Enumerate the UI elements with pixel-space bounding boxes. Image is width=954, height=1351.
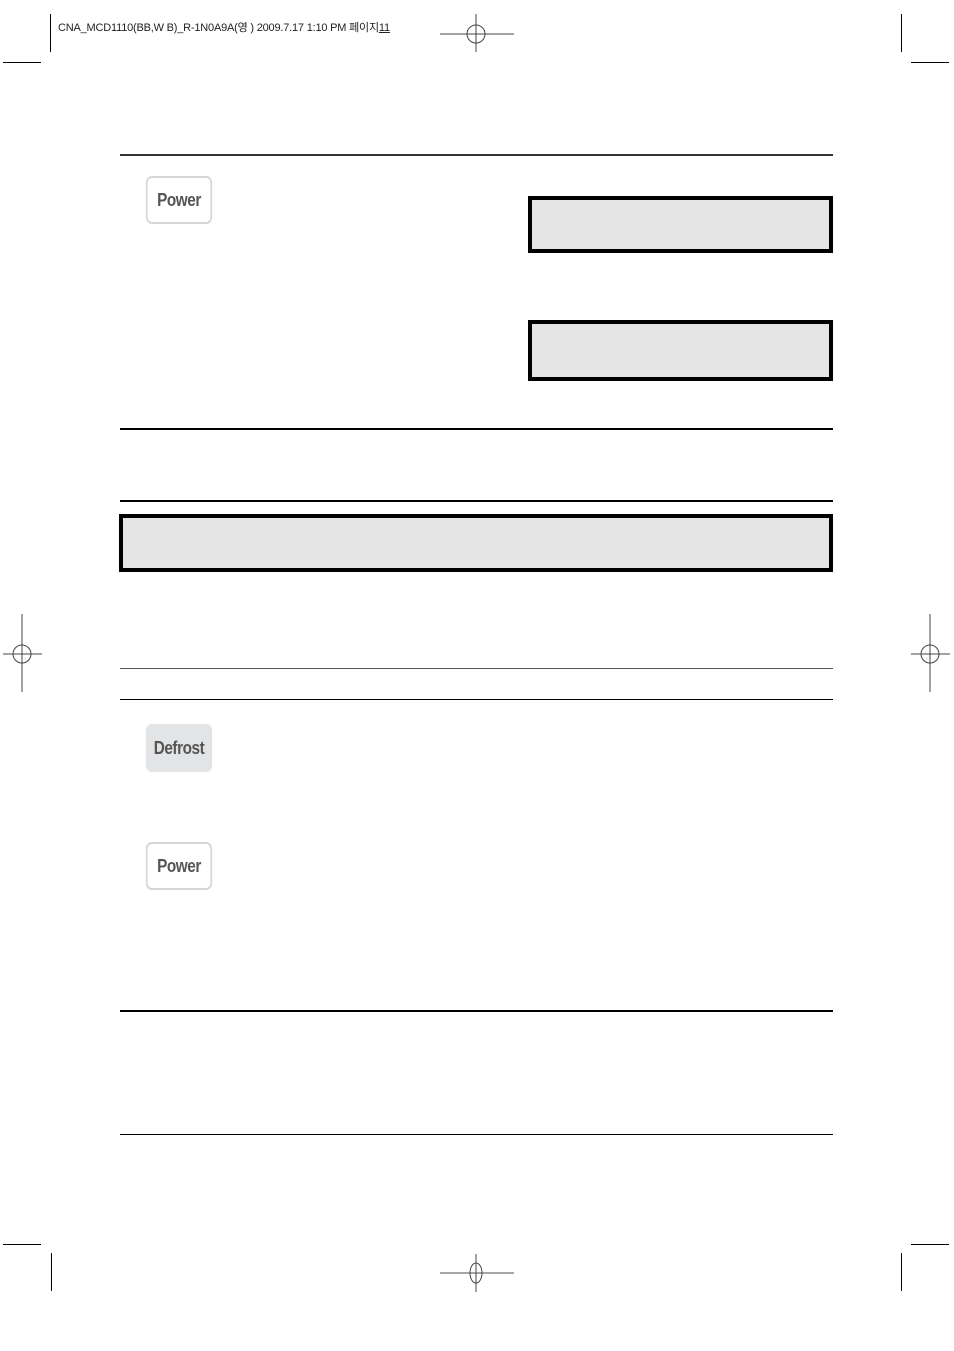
registration-mark-bottom-icon: [440, 1254, 514, 1292]
defrost-button-label: Defrost: [153, 737, 205, 758]
registration-mark-left-icon: [3, 614, 42, 692]
section-rule-defrost-end: [120, 1010, 833, 1012]
registration-mark-top-icon: [440, 14, 514, 52]
print-slug: CNA_MCD1110(BB,W B)_R-1N0A9A(영 ) 2009.7.…: [58, 19, 390, 35]
display-box-wide: [119, 514, 833, 572]
crop-mark-top-left-vertical: [50, 14, 51, 52]
section-rule-bottom: [120, 1134, 833, 1135]
slug-text: CNA_MCD1110(BB,W B)_R-1N0A9A(영 ) 2009.7.…: [58, 22, 379, 34]
crop-mark-bottom-right-vertical: [901, 1253, 902, 1291]
power-button-2[interactable]: Power: [145, 842, 213, 890]
display-box-2: [528, 320, 833, 381]
display-box-1: [528, 196, 833, 253]
section-rule-defrost-top: [120, 699, 833, 700]
crop-mark-top-right-horizontal: [911, 62, 949, 63]
crop-mark-bottom-left-horizontal: [3, 1244, 41, 1245]
defrost-button[interactable]: Defrost: [145, 724, 213, 772]
page-number: 11: [378, 22, 390, 34]
section-rule-mid: [120, 668, 833, 669]
registration-mark-right-icon: [911, 614, 950, 692]
section-rule-notice-top: [120, 500, 833, 502]
power-button-2-label: Power: [157, 855, 201, 876]
power-button[interactable]: Power: [145, 176, 213, 224]
power-button-label: Power: [157, 189, 201, 210]
section-rule-power-end: [120, 428, 833, 430]
section-rule-top: [120, 154, 833, 156]
crop-mark-bottom-right-horizontal: [911, 1244, 949, 1245]
crop-mark-bottom-left-vertical: [51, 1253, 52, 1291]
crop-mark-top-left-horizontal: [3, 62, 41, 63]
crop-mark-top-right-vertical: [901, 14, 902, 52]
